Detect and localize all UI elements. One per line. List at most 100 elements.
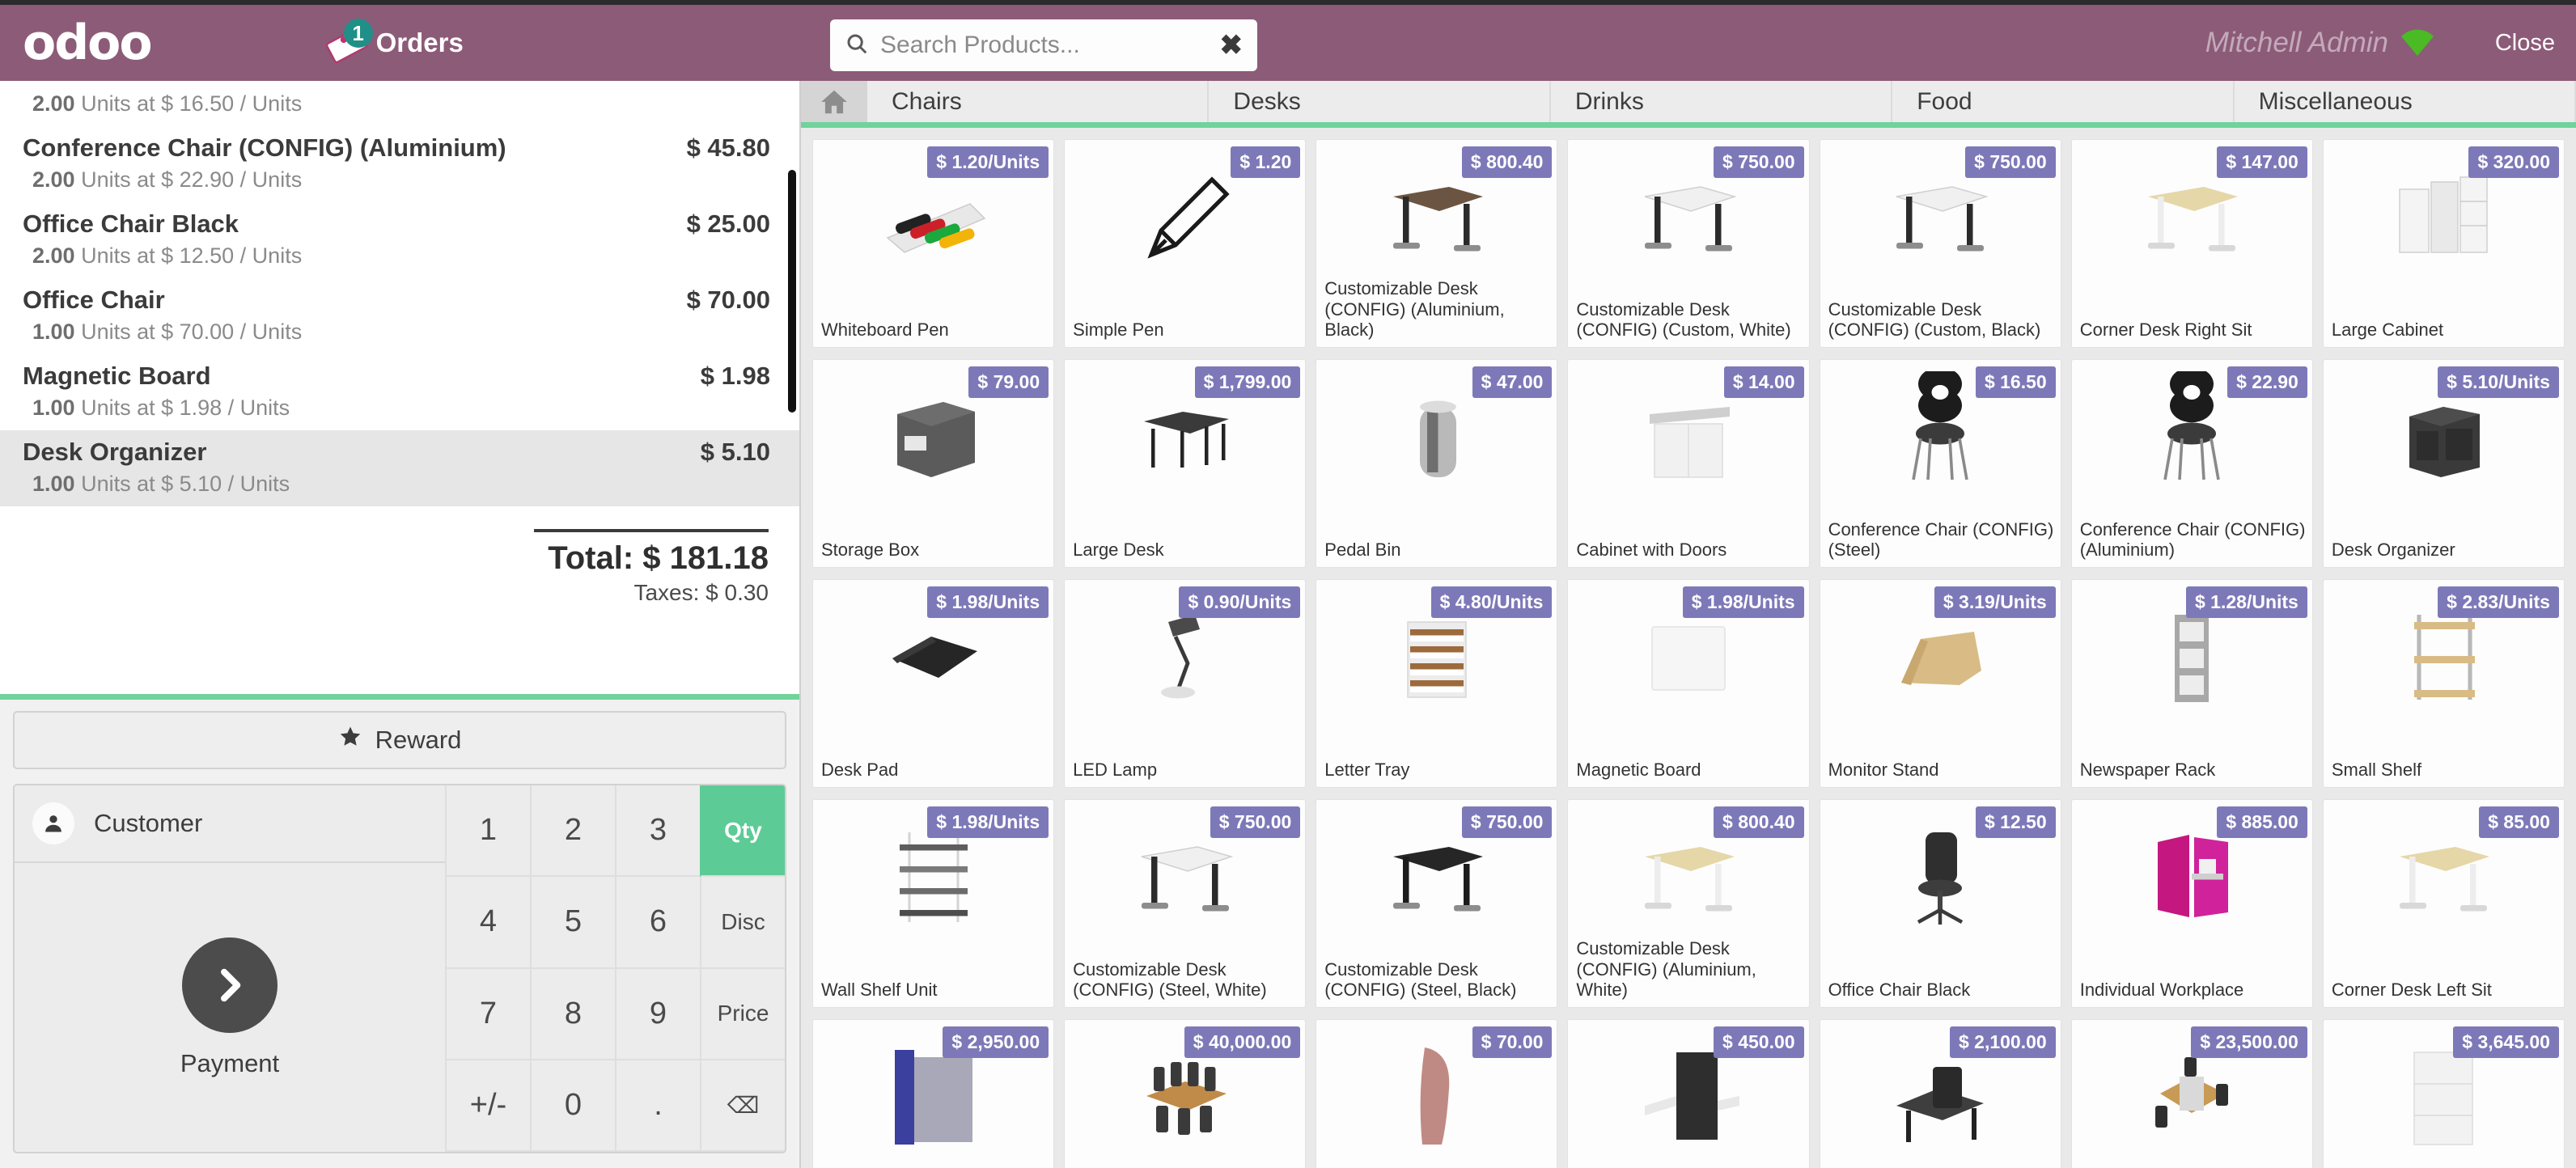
product-card[interactable]: $ 750.00 Customizable Desk (CONFIG) (Stee… [1316,799,1558,1008]
product-card[interactable]: $ 16.50 Conference Chair (CONFIG) (Steel) [1819,359,2061,568]
product-card[interactable]: $ 12.50 Office Chair Black [1819,799,2061,1008]
product-card[interactable]: $ 3,645.00 [2322,1019,2565,1168]
product-card[interactable]: $ 1.20 Simple Pen [1064,139,1307,348]
product-name: Monitor Stand [1828,760,1939,781]
main-area: 2.00 Units at $ 16.50 / Units Conference … [0,81,2576,1168]
product-price: $ 14.00 [1723,366,1804,398]
product-card[interactable]: $ 14.00 Cabinet with Doors [1567,359,1810,568]
product-card[interactable]: $ 885.00 Individual Workplace [2070,799,2313,1008]
product-card[interactable]: $ 1.98/Units Wall Shelf Unit [812,799,1055,1008]
product-name: Wall Shelf Unit [821,980,938,1001]
numpad-key-1[interactable]: 1 [445,785,530,878]
product-price: $ 885.00 [2217,806,2307,838]
category-tab-desks[interactable]: Desks [1209,81,1551,122]
numpad-key-6[interactable]: 6 [615,877,700,969]
product-card[interactable]: $ 1.20/Units Whiteboard Pen [812,139,1055,348]
order-scrollbar[interactable] [788,170,796,413]
order-lines-list[interactable]: 2.00 Units at $ 16.50 / Units Conference … [0,81,799,694]
search-icon [845,32,869,60]
product-card[interactable]: $ 750.00 Customizable Desk (CONFIG) (Stee… [1064,799,1307,1008]
customer-button[interactable]: Customer [15,785,445,863]
action-pad: Reward Customer Payment 1 2 3 Qty 4 5 6 … [0,700,799,1168]
product-name: Newspaper Rack [2079,760,2216,781]
product-card[interactable]: $ 40,000.00 [1064,1019,1307,1168]
clear-search-icon[interactable]: ✖ [1212,32,1244,59]
product-card[interactable]: $ 450.00 [1567,1019,1810,1168]
product-card[interactable]: $ 70.00 [1316,1019,1558,1168]
search-input[interactable] [880,32,1212,59]
product-card[interactable]: $ 1,799.00 Large Desk [1064,359,1307,568]
product-card[interactable]: $ 750.00 Customizable Desk (CONFIG) (Cust… [1819,139,2061,348]
numpad-key-4[interactable]: 4 [445,877,530,969]
product-name: Magnetic Board [1576,760,1701,781]
numpad-key-[interactable]: +/- [445,1060,530,1152]
odoo-logo[interactable]: odoo [23,19,153,67]
order-line-price: $ 45.80 [686,133,770,162]
numpad-key-qty[interactable]: Qty [700,785,785,878]
product-name: Corner Desk Left Sit [2331,980,2492,1001]
product-card[interactable]: $ 2.83/Units Small Shelf [2322,579,2565,788]
orders-button[interactable]: 1 Orders [313,19,475,67]
product-price: $ 3,645.00 [2453,1026,2559,1058]
close-button[interactable]: Close [2495,30,2555,57]
numpad-key-3[interactable]: 3 [615,785,700,878]
product-card[interactable]: $ 147.00 Corner Desk Right Sit [2070,139,2313,348]
numpad-key-price[interactable]: Price [700,968,785,1060]
product-card[interactable]: $ 1.98/Units Magnetic Board [1567,579,1810,788]
product-price: $ 800.40 [1461,146,1553,178]
product-card[interactable]: $ 2,100.00 [1819,1019,2061,1168]
product-card[interactable]: $ 800.40 Customizable Desk (CONFIG) (Alum… [1316,139,1558,348]
numpad-key-[interactable]: . [615,1060,700,1152]
numpad-key-8[interactable]: 8 [530,968,615,1060]
order-line[interactable]: 2.00 Units at $ 16.50 / Units [0,84,799,126]
product-card[interactable]: $ 2,950.00 [812,1019,1055,1168]
product-card[interactable]: $ 1.28/Units Newspaper Rack [2070,579,2313,788]
reward-button[interactable]: Reward [13,711,786,769]
numpad-key-9[interactable]: 9 [615,968,700,1060]
product-card[interactable]: $ 800.40 Customizable Desk (CONFIG) (Alum… [1567,799,1810,1008]
numpad-key-0[interactable]: 0 [530,1060,615,1152]
category-tab-chairs[interactable]: Chairs [867,81,1210,122]
search-bar[interactable]: ✖ [830,19,1257,71]
numpad-key-disc[interactable]: Disc [700,877,785,969]
numpad-key-2[interactable]: 2 [530,785,615,878]
numpad-keys[interactable]: 1 2 3 Qty 4 5 6 Disc 7 8 9 Price +/- 0. ⌫ [445,785,785,1152]
product-card[interactable]: $ 3.19/Units Monitor Stand [1819,579,2061,788]
product-card[interactable]: $ 47.00 Pedal Bin [1316,359,1558,568]
category-tab-miscellaneous[interactable]: Miscellaneous [2234,81,2576,122]
category-tab-drinks[interactable]: Drinks [1550,81,1893,122]
product-price: $ 1.98/Units [927,806,1049,838]
home-icon[interactable] [801,81,867,122]
product-price: $ 47.00 [1472,366,1553,398]
category-tab-food[interactable]: Food [1892,81,2235,122]
order-line[interactable]: Office Chair $ 70.00 1.00 Units at $ 70.00… [0,278,799,354]
product-card[interactable]: $ 4.80/Units Letter Tray [1316,579,1558,788]
order-line-detail: 2.00 Units at $ 12.50 / Units [32,243,303,268]
product-card[interactable]: $ 0.90/Units LED Lamp [1064,579,1307,788]
product-card[interactable]: $ 1.98/Units Desk Pad [812,579,1055,788]
order-line-price: $ 25.00 [686,209,770,238]
product-card[interactable]: $ 85.00 Corner Desk Left Sit [2322,799,2565,1008]
product-card[interactable]: $ 5.10/Units Desk Organizer [2322,359,2565,568]
category-tabs[interactable]: Chairs Desks Drinks Food Miscellaneous [801,81,2576,128]
order-line[interactable]: Desk Organizer $ 5.10 1.00 Units at $ 5.10… [0,430,799,506]
order-line-detail: 2.00 Units at $ 16.50 / Units [32,91,303,116]
numpad-key-[interactable]: ⌫ [700,1060,785,1152]
numpad-key-5[interactable]: 5 [530,877,615,969]
product-card[interactable]: $ 79.00 Storage Box [812,359,1055,568]
order-line-price: $ 70.00 [686,286,770,314]
product-grid[interactable]: $ 1.20/Units Whiteboard Pen $ 1.20 Simple P… [801,128,2576,1168]
product-card[interactable]: $ 750.00 Customizable Desk (CONFIG) (Cust… [1567,139,1810,348]
order-line[interactable]: Magnetic Board $ 1.98 1.00 Units at $ 1.98… [0,354,799,430]
payment-button[interactable]: Payment [15,863,445,1152]
product-name: LED Lamp [1073,760,1158,781]
order-line[interactable]: Conference Chair (CONFIG) (Aluminium) $ 4… [0,126,799,202]
order-taxes: Taxes: $ 0.30 [633,580,769,605]
product-card[interactable]: $ 23,500.00 [2070,1019,2313,1168]
product-card[interactable]: $ 320.00 Large Cabinet [2322,139,2565,348]
numpad-key-7[interactable]: 7 [445,968,530,1060]
product-name: Storage Box [821,540,920,561]
order-line[interactable]: Office Chair Black $ 25.00 2.00 Units at $… [0,202,799,278]
product-card[interactable]: $ 22.90 Conference Chair (CONFIG) (Alumin… [2070,359,2313,568]
totals-divider [534,529,769,532]
